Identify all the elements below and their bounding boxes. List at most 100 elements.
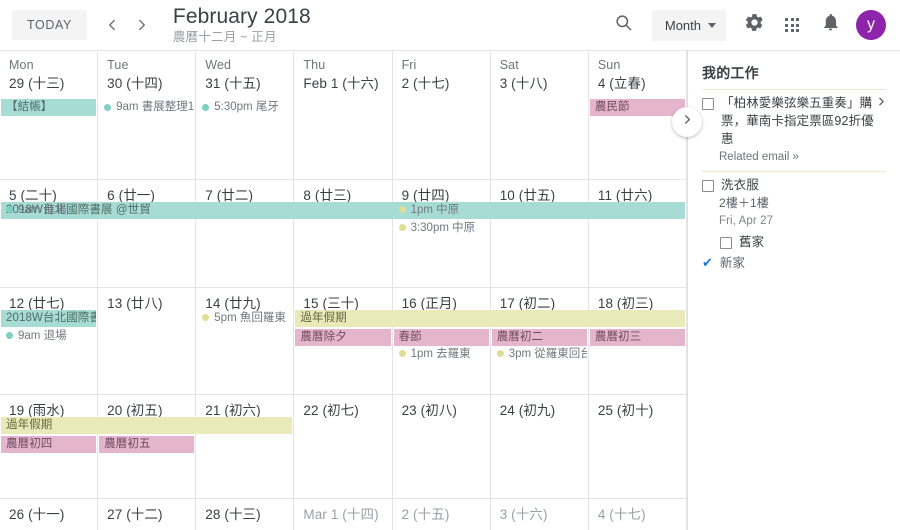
- task-checkbox[interactable]: [702, 98, 714, 110]
- day-cell[interactable]: 23 (初八): [393, 395, 491, 499]
- apps-button[interactable]: [774, 7, 810, 43]
- view-mode-select[interactable]: Month: [651, 9, 726, 41]
- day-cell[interactable]: 21 (初六): [196, 395, 295, 499]
- timed-event[interactable]: 5:30pm 尾牙: [197, 99, 292, 115]
- day-number: 12 (廿七): [9, 295, 65, 311]
- gear-icon: [744, 12, 765, 38]
- month-navigation: [97, 10, 157, 40]
- day-number: 29 (十三): [9, 76, 65, 92]
- day-cell[interactable]: Thu Feb 1 (十六): [294, 51, 393, 179]
- header-left-group: TODAY February 2018 農曆十二月 ~ 正月: [0, 6, 311, 44]
- event-color-dot: [104, 103, 112, 111]
- day-cell[interactable]: Sat 3 (十八): [491, 51, 589, 179]
- timed-event[interactable]: 9am 退場: [1, 328, 96, 344]
- calendar-grid: Mon 29 (十三) Tue 30 (十四) Wed 31 (十五) Thu …: [0, 51, 702, 530]
- view-mode-label: Month: [664, 17, 701, 33]
- event-color-dot: [398, 224, 406, 232]
- notifications-button[interactable]: [812, 7, 848, 43]
- subtask-checkmark-icon[interactable]: ✔: [702, 256, 713, 269]
- task-item[interactable]: 「柏林愛樂弦樂五重奏」購票，華南卡指定票區92折優惠 Related email…: [702, 89, 886, 171]
- day-cell[interactable]: 26 (十一): [0, 499, 99, 530]
- day-number: 21 (初六): [205, 403, 261, 419]
- all-day-event-chip[interactable]: 過年假期: [1, 417, 293, 435]
- search-button[interactable]: [606, 7, 642, 43]
- day-cell[interactable]: 2 (十五): [393, 499, 491, 530]
- day-cell[interactable]: 14 (廿九): [196, 287, 295, 395]
- event-label: 1pm 去羅東: [410, 347, 471, 360]
- today-button[interactable]: TODAY: [12, 10, 87, 40]
- next-month-button[interactable]: [127, 10, 157, 40]
- timed-event[interactable]: 3pm 從羅東回台: [492, 346, 587, 362]
- event-label: 9am 退場: [18, 329, 67, 342]
- day-number: 2 (十七): [401, 76, 450, 92]
- day-number: 18 (初三): [597, 295, 654, 311]
- all-day-event-chip[interactable]: 【結帳】: [1, 99, 97, 116]
- expand-sidebar-button[interactable]: [672, 107, 702, 137]
- event-label: 3pm 從羅東回台: [508, 347, 587, 360]
- all-day-event-chip[interactable]: 農曆初二: [491, 328, 587, 346]
- day-cell[interactable]: Mar 1 (十四): [294, 499, 393, 530]
- day-cell[interactable]: 28 (十三): [196, 499, 295, 530]
- all-day-event-chip[interactable]: 農民節: [589, 99, 685, 116]
- all-day-event-chip[interactable]: 農曆初五: [99, 436, 195, 454]
- day-cell[interactable]: 7 (廿二): [196, 179, 295, 287]
- day-cell[interactable]: 25 (初十): [589, 395, 687, 499]
- day-cell[interactable]: 11 (廿六): [589, 179, 687, 287]
- event-label: 5pm 魚回羅東: [214, 311, 286, 324]
- day-cell[interactable]: 6 (廿一): [98, 179, 197, 287]
- day-cell[interactable]: 10 (廿五): [491, 179, 589, 287]
- timed-event[interactable]: 5pm 魚回羅東: [197, 310, 292, 326]
- task-note: 2樓＋1樓: [719, 196, 769, 211]
- task-row: 「柏林愛樂弦樂五重奏」購票，華南卡指定票區92折優惠: [702, 95, 886, 148]
- day-cell[interactable]: 8 (廿三): [294, 179, 393, 287]
- all-day-event-chip[interactable]: 過年假期: [295, 309, 685, 327]
- task-title: 洗衣服: [721, 177, 759, 192]
- day-cell[interactable]: 13 (廿八): [98, 287, 197, 395]
- day-number: 26 (十一): [9, 507, 65, 523]
- task-row: 洗衣服: [702, 177, 886, 195]
- all-day-event-chip[interactable]: 春節: [393, 328, 489, 346]
- event-label: 5:30pm 尾牙: [214, 101, 279, 113]
- timed-event[interactable]: 1pm 去羅東: [394, 346, 489, 362]
- day-cell[interactable]: 24 (初九): [491, 395, 589, 499]
- all-day-event-chip[interactable]: 農曆初三: [589, 328, 685, 346]
- all-day-event-chip[interactable]: 農曆除夕: [295, 328, 391, 346]
- header-right-group: Month y: [606, 7, 900, 43]
- timed-event[interactable]: 1pm 中原: [394, 202, 489, 218]
- avatar[interactable]: y: [856, 10, 886, 40]
- bell-icon: [821, 13, 840, 37]
- day-cell[interactable]: 3 (十六): [491, 499, 589, 530]
- day-cell[interactable]: 22 (初七): [294, 395, 393, 499]
- day-cell[interactable]: 4 (十七): [589, 499, 687, 530]
- day-number: 30 (十四): [107, 76, 163, 92]
- app-body: Mon 29 (十三) Tue 30 (十四) Wed 31 (十五) Thu …: [0, 51, 900, 530]
- all-day-event-chip[interactable]: 2018W台北國際書展 @世貿: [1, 201, 685, 219]
- day-cell[interactable]: Fri 2 (十七): [393, 51, 491, 179]
- day-number: 19 (雨水): [9, 403, 65, 419]
- timed-event[interactable]: 9am 進場: [1, 202, 96, 218]
- timed-event[interactable]: 3:30pm 中原: [394, 220, 489, 236]
- week-row: 5 (二十) 6 (廿一) 7 (廿二) 8 (廿三) 9 (廿四) 10 (廿…: [0, 179, 687, 288]
- all-day-event-chip[interactable]: 農曆初四: [1, 436, 97, 454]
- settings-button[interactable]: [736, 7, 772, 43]
- day-number: 10 (廿五): [499, 187, 556, 203]
- task-item[interactable]: 洗衣服 2樓＋1樓 Fri, Apr 27 舊家 ✔ 新家: [702, 170, 886, 277]
- event-label: 3:30pm 中原: [410, 221, 476, 234]
- weekday-header: Tue: [107, 58, 129, 72]
- task-checkbox[interactable]: [702, 179, 714, 192]
- event-color-dot: [496, 350, 504, 358]
- all-day-event-chip[interactable]: 2018W台北國際書展 @世貿: [1, 309, 97, 327]
- day-cell[interactable]: 5 (二十): [0, 179, 99, 287]
- timed-event[interactable]: 9am 書展整理1: [99, 99, 194, 115]
- subtask-checkbox[interactable]: [720, 236, 732, 249]
- day-number: 24 (初九): [499, 403, 556, 419]
- day-number: 13 (廿八): [107, 295, 163, 311]
- previous-month-button[interactable]: [97, 10, 127, 40]
- day-number: 4 (十七): [597, 507, 646, 523]
- chevron-right-icon[interactable]: [875, 95, 888, 110]
- event-label: 9am 進場: [18, 203, 67, 216]
- task-related-email-link[interactable]: Related email »: [702, 148, 886, 166]
- subtask-title: 新家: [719, 255, 746, 270]
- day-cell[interactable]: 27 (十二): [98, 499, 197, 530]
- page-title: February 2018 農曆十二月 ~ 正月: [173, 6, 311, 44]
